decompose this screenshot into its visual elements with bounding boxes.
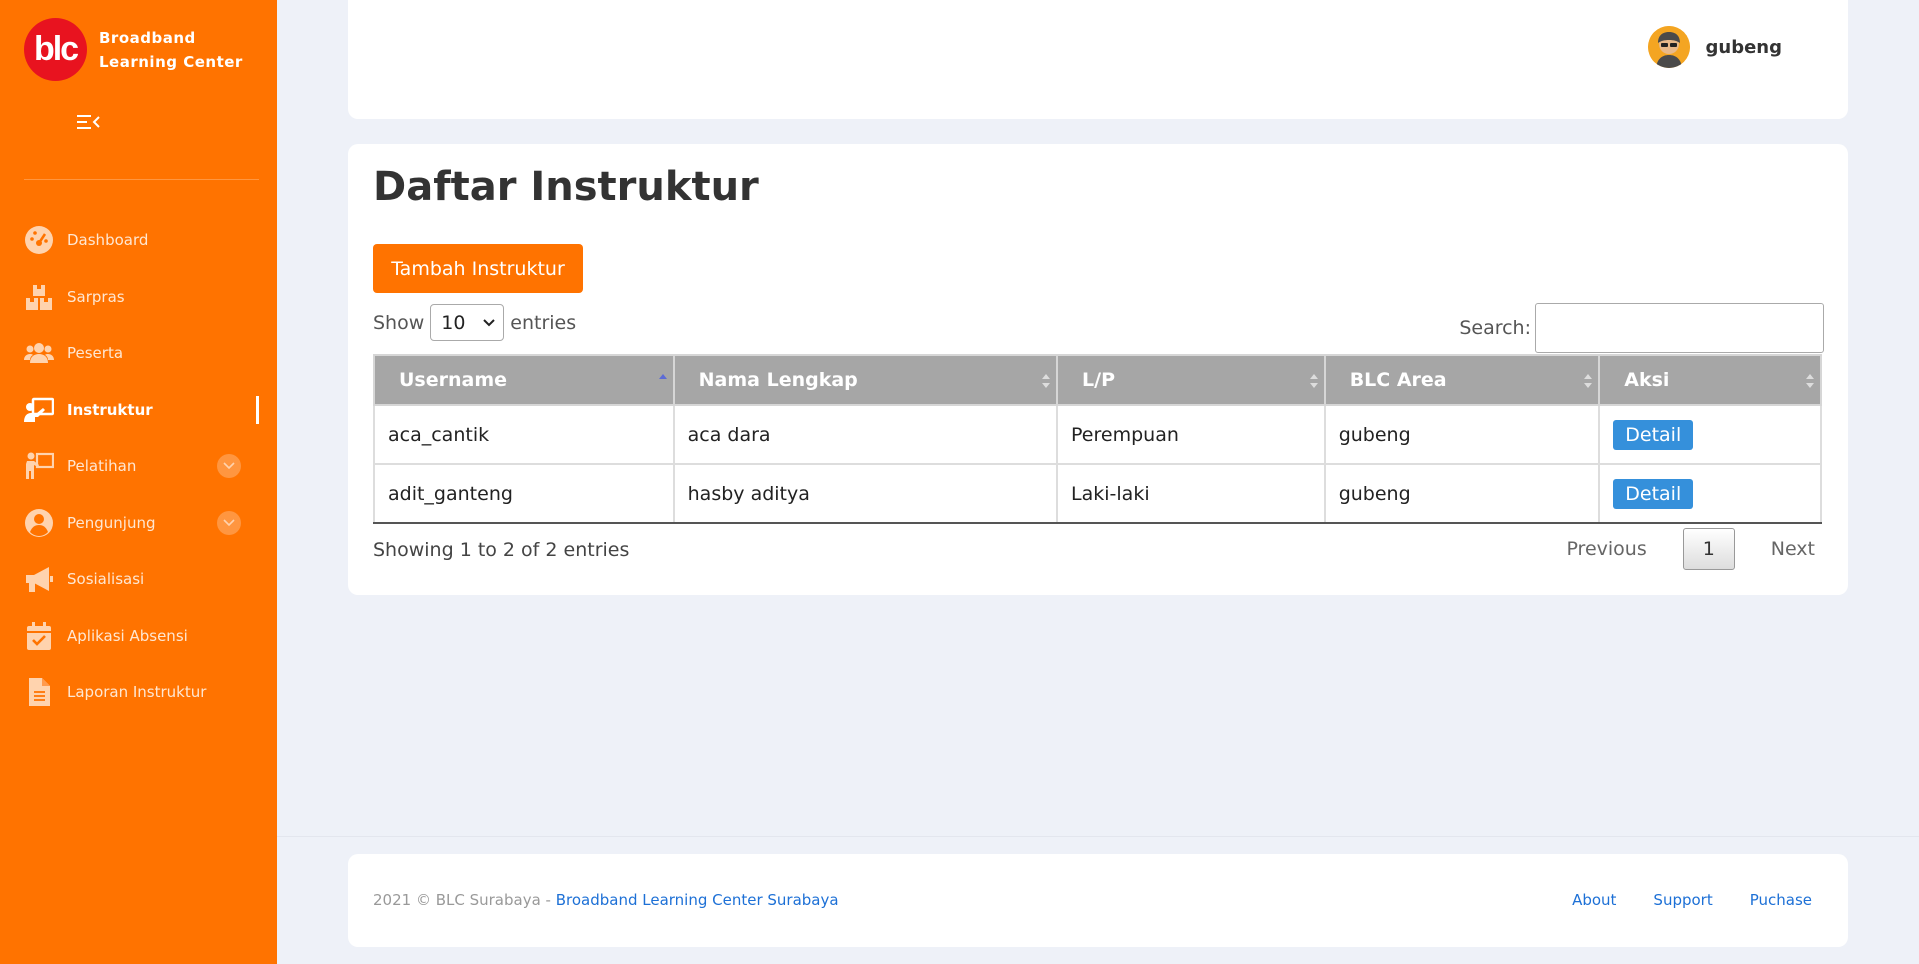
boxes-icon	[24, 282, 54, 312]
sidebar-item-label: Dashboard	[67, 231, 149, 250]
page-1-button[interactable]: 1	[1682, 528, 1735, 570]
footer-link-support[interactable]: Support	[1653, 891, 1712, 909]
sidebar-item-dashboard[interactable]: Dashboard	[0, 212, 277, 269]
sidebar-item-label: Pengunjung	[67, 513, 156, 532]
cell-nama-lengkap: aca dara	[672, 404, 1059, 465]
column-header-aksi[interactable]: Aksi	[1598, 354, 1822, 406]
cell-aksi: Detail	[1598, 404, 1822, 465]
sidebar-item-sosialisasi[interactable]: Sosialisasi	[0, 551, 277, 608]
file-document-icon	[24, 677, 54, 707]
sort-icon	[1042, 374, 1051, 388]
entries-select[interactable]: 10	[430, 304, 505, 341]
user-circle-icon	[24, 508, 54, 538]
brand[interactable]: blc Broadband Learning Center	[24, 18, 249, 81]
footer-link-purchase[interactable]: Puchase	[1750, 891, 1812, 909]
sidebar-item-label: Laporan Instruktur	[67, 683, 207, 702]
table-row: adit_ganteng hasby aditya Laki-laki gube…	[373, 463, 1822, 524]
sort-icon	[1584, 374, 1593, 388]
entries-label: entries	[510, 311, 577, 334]
footer-links: About Support Puchase	[1535, 891, 1812, 909]
sidebar-item-peserta[interactable]: Peserta	[0, 325, 277, 382]
footer-divider	[277, 836, 1919, 837]
person-chalkboard-icon	[24, 451, 54, 481]
content-card: Daftar Instruktur Tambah Instruktur Show…	[348, 144, 1848, 595]
sidebar-item-label: Sosialisasi	[67, 570, 145, 589]
previous-page-button[interactable]: Previous	[1566, 538, 1646, 560]
cell-blc-area: gubeng	[1323, 463, 1601, 524]
table-info: Showing 1 to 2 of 2 entries	[373, 539, 630, 561]
chevron-down-icon	[483, 318, 495, 326]
megaphone-icon	[24, 564, 54, 594]
sidebar-item-sarpras[interactable]: Sarpras	[0, 269, 277, 326]
add-instructor-button[interactable]: Tambah Instruktur	[373, 244, 583, 293]
cell-lp: Perempuan	[1056, 404, 1326, 465]
table-header-row: Username Nama Lengkap L/P BLC Area Aksi	[373, 354, 1822, 406]
entries-select-value: 10	[441, 311, 466, 334]
sidebar-collapse-icon[interactable]	[75, 112, 101, 132]
column-header-nama-lengkap[interactable]: Nama Lengkap	[672, 354, 1059, 406]
copyright-text: 2021 © BLC Surabaya -	[373, 891, 556, 909]
pagination: Previous 1 Next	[1566, 528, 1824, 570]
next-page-button[interactable]: Next	[1771, 538, 1815, 560]
search-input[interactable]	[1535, 303, 1824, 353]
cell-aksi: Detail	[1598, 463, 1822, 524]
active-indicator	[256, 395, 259, 424]
sidebar-divider	[24, 179, 259, 180]
calendar-check-icon	[24, 621, 54, 651]
sort-icon	[1806, 374, 1814, 388]
column-header-lp[interactable]: L/P	[1056, 354, 1326, 406]
cell-lp: Laki-laki	[1056, 463, 1326, 524]
sidebar-item-aplikasi-absensi[interactable]: Aplikasi Absensi	[0, 608, 277, 665]
sidebar-item-label: Instruktur	[67, 400, 153, 419]
username: gubeng	[1705, 36, 1783, 58]
chevron-down-icon[interactable]	[217, 454, 241, 479]
instructor-table: Username Nama Lengkap L/P BLC Area Aksi …	[373, 354, 1822, 524]
chalkboard-teacher-icon	[24, 395, 54, 425]
dashboard-gauge-icon	[24, 225, 54, 255]
page-title: Daftar Instruktur	[373, 164, 759, 210]
cell-nama-lengkap: hasby aditya	[672, 463, 1059, 524]
footer-link-about[interactable]: About	[1572, 891, 1616, 909]
sort-icon	[1309, 374, 1318, 388]
avatar	[1647, 26, 1690, 68]
footer: 2021 © BLC Surabaya - Broadband Learning…	[348, 854, 1848, 947]
sidebar-item-label: Sarpras	[67, 287, 125, 306]
blc-logo: blc	[24, 18, 87, 81]
footer-copyright: 2021 © BLC Surabaya - Broadband Learning…	[373, 891, 839, 909]
footer-brand-link[interactable]: Broadband Learning Center Surabaya	[556, 891, 839, 909]
column-header-username[interactable]: Username	[373, 354, 675, 406]
column-header-blc-area[interactable]: BLC Area	[1323, 354, 1601, 406]
show-label: Show	[373, 311, 425, 334]
user-menu[interactable]: gubeng	[1647, 26, 1783, 68]
cell-username: adit_ganteng	[373, 463, 675, 524]
chevron-down-icon[interactable]	[217, 510, 241, 535]
detail-button[interactable]: Detail	[1613, 478, 1694, 509]
brand-name: Broadband Learning Center	[99, 28, 243, 71]
users-icon	[24, 338, 54, 368]
cell-username: aca_cantik	[373, 404, 675, 465]
sort-asc-icon	[658, 374, 667, 379]
sidebar-nav: Dashboard Sarpras Peserta Instruktur Pel…	[0, 212, 277, 721]
sidebar-item-pelatihan[interactable]: Pelatihan	[0, 438, 277, 495]
sidebar-item-instruktur[interactable]: Instruktur	[0, 382, 277, 439]
cell-blc-area: gubeng	[1323, 404, 1601, 465]
sidebar: blc Broadband Learning Center Dashboard …	[0, 0, 277, 964]
sidebar-item-label: Pelatihan	[67, 457, 137, 476]
table-row: aca_cantik aca dara Perempuan gubeng Det…	[373, 404, 1822, 465]
sidebar-item-pengunjung[interactable]: Pengunjung	[0, 495, 277, 552]
search-label: Search:	[1459, 317, 1531, 339]
entries-length-control: Show 10 entries	[373, 304, 576, 341]
sidebar-item-label: Peserta	[67, 344, 124, 363]
top-header: gubeng	[348, 0, 1848, 119]
detail-button[interactable]: Detail	[1613, 419, 1694, 450]
sidebar-item-label: Aplikasi Absensi	[67, 626, 188, 645]
sidebar-item-laporan-instruktur[interactable]: Laporan Instruktur	[0, 664, 277, 721]
table-search: Search:	[1459, 303, 1824, 353]
